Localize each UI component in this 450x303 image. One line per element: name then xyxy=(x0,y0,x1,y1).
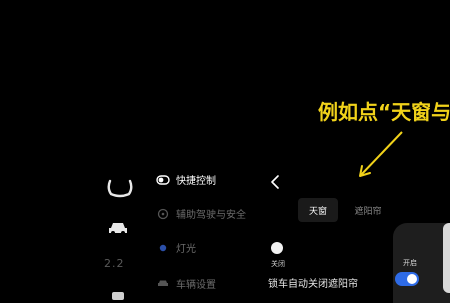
close-label: 关闭 xyxy=(271,260,285,268)
tab-sunshade[interactable]: 遮阳帘 xyxy=(338,198,398,222)
car-icon xyxy=(156,279,170,289)
steering-wheel-icon xyxy=(156,208,170,219)
menu-item-driver-assist[interactable]: 辅助驾驶与安全 xyxy=(156,206,246,221)
menu-item-label: 车辆设置 xyxy=(176,280,216,291)
tab-sunroof[interactable]: 天窗 xyxy=(298,198,338,222)
menu-item-quick-control[interactable]: 快捷控制 xyxy=(156,172,216,187)
menu-item-lights[interactable]: 灯光 xyxy=(156,240,196,255)
close-option-dot[interactable] xyxy=(271,242,283,254)
menu-item-vehicle-settings[interactable]: 车辆设置 xyxy=(156,276,216,291)
annotation-text: 例如点“天窗与 xyxy=(318,100,450,124)
rail-bottom-icon[interactable] xyxy=(112,292,124,300)
left-rail-number: 2.2 xyxy=(104,257,125,270)
face-icon[interactable] xyxy=(107,178,133,198)
detail-tabs: 天窗 遮阳帘 xyxy=(298,198,432,222)
menu-item-label: 灯光 xyxy=(176,244,196,255)
chevron-left-icon[interactable] xyxy=(270,175,280,189)
card-edge xyxy=(443,223,450,293)
right-card xyxy=(393,223,450,303)
menu-item-label: 快捷控制 xyxy=(176,176,216,187)
toggle-knob xyxy=(407,274,417,284)
car-icon[interactable] xyxy=(107,220,129,236)
light-dot-icon xyxy=(156,243,170,253)
annotation-arrow-icon xyxy=(359,131,403,177)
toggle-icon xyxy=(156,174,170,185)
open-label: 开启 xyxy=(403,259,417,267)
lock-auto-close-toggle[interactable] xyxy=(395,272,419,286)
menu-item-label: 辅助驾驶与安全 xyxy=(176,210,246,221)
lock-auto-close-label: 锁车自动关闭遮阳帘 xyxy=(268,279,358,290)
